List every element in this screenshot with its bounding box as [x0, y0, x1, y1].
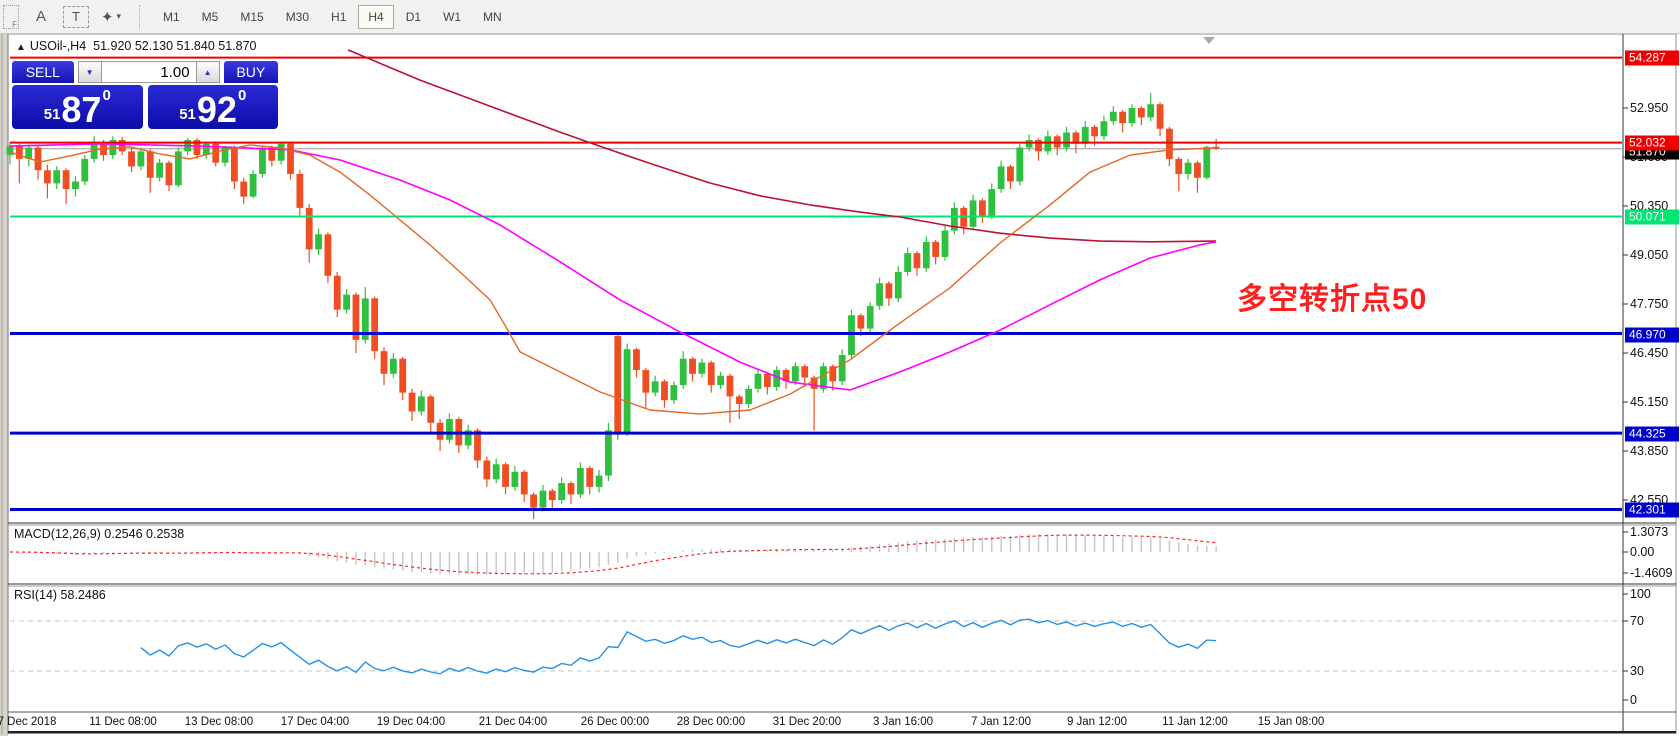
price-badge: 44.325	[1625, 426, 1679, 442]
volume-decrease-button[interactable]: ▼	[77, 61, 102, 83]
mt4-window: { "toolbar": { "grip_label": "F", "font_…	[0, 0, 1680, 736]
price-tick-label: 45.150	[1630, 395, 1669, 409]
buy-price-big: 92	[196, 89, 237, 130]
time-tick-label: 11 Jan 12:00	[1162, 716, 1228, 728]
time-tick-label: 19 Dec 04:00	[376, 716, 446, 728]
shapes-glyph: ✦	[100, 8, 114, 26]
price-tick-label: 49.050	[1630, 248, 1669, 262]
indicator-scale-label: 1.3073	[1630, 525, 1669, 539]
price-tick-label: 46.450	[1630, 346, 1669, 360]
indicator-scale-label: 100	[1630, 587, 1651, 601]
price-badge: 54.287	[1625, 50, 1679, 66]
time-tick-label: 15 Jan 08:00	[1257, 716, 1325, 728]
timeframe-bar: M1 M5 M15 M30 H1 H4 D1 W1 MN	[151, 4, 512, 29]
time-tick-label: 17 Dec 04:00	[280, 716, 350, 728]
buy-price-display[interactable]: 51 92 0	[147, 85, 278, 130]
time-tick-label: 7 Dec 2018	[0, 716, 57, 728]
timeframe-button-mn[interactable]: MN	[473, 5, 512, 29]
toolbar-separator	[139, 4, 141, 29]
time-tick-label: 21 Dec 04:00	[478, 716, 548, 728]
volume-stepper: ▼ ▲	[77, 61, 220, 83]
text-label-icon[interactable]: T	[63, 5, 89, 28]
symbol-label: USOil-,H4	[29, 39, 87, 53]
ohlc-values: 51.920 52.130 51.840 51.870	[93, 39, 257, 53]
price-badge: 50.071	[1625, 209, 1679, 225]
buy-button[interactable]: BUY	[223, 61, 278, 83]
chart-title: ▲ USOil-,H4 51.920 52.130 51.840 51.870	[16, 39, 256, 53]
time-tick-label: 11 Dec 08:00	[89, 716, 157, 728]
time-tick-label: 9 Jan 12:00	[1066, 716, 1128, 728]
indicator-scale-label: 0	[1630, 693, 1637, 707]
price-tick-label: 43.850	[1630, 444, 1669, 458]
shapes-icon[interactable]: ✦ ▾	[99, 5, 123, 29]
volume-input[interactable]	[101, 61, 196, 83]
buy-price-sup: 0	[237, 87, 247, 104]
window-frame	[0, 33, 1677, 736]
candles-layer	[6, 92, 1220, 519]
price-tick-label: 52.950	[1630, 101, 1669, 115]
indicator-scale-label: -1.4609	[1630, 566, 1673, 580]
timeframe-button-m5[interactable]: M5	[192, 5, 229, 29]
one-click-trade-panel: SELL ▼ ▲ BUY 51 87 0 51 92 0	[12, 61, 278, 129]
time-tick-label: 3 Jan 16:00	[872, 716, 934, 728]
font-icon[interactable]: A	[29, 5, 53, 29]
collapse-triangle-icon[interactable]: ▲	[16, 42, 26, 53]
price-tick-label: 47.750	[1630, 297, 1669, 311]
trade-panel-price-row: 51 87 0 51 92 0	[12, 85, 278, 129]
indicator-scale-label: 70	[1630, 614, 1644, 628]
price-badge: 46.970	[1625, 327, 1679, 343]
timeframe-button-m15[interactable]: M15	[230, 5, 273, 29]
sell-price-big: 87	[61, 89, 102, 130]
time-tick-label: 26 Dec 00:00	[580, 716, 650, 728]
toolbar: F A T ✦ ▾ M1 M5 M15 M30 H1 H4 D1 W1 MN	[0, 0, 1680, 34]
time-tick-label: 13 Dec 08:00	[184, 716, 254, 728]
price-badge: 42.301	[1625, 502, 1679, 518]
time-tick-label: 7 Jan 12:00	[970, 716, 1032, 728]
sell-button[interactable]: SELL	[12, 61, 74, 83]
timeframe-button-h4[interactable]: H4	[358, 4, 394, 29]
time-tick-label: 31 Dec 20:00	[772, 716, 842, 728]
macd-label: MACD(12,26,9) 0.2546 0.2538	[14, 527, 185, 541]
chevron-down-icon: ▾	[116, 11, 122, 21]
timeframe-button-w1[interactable]: W1	[433, 5, 471, 29]
axis-ticks	[1623, 107, 1628, 701]
trade-panel-top-row: SELL ▼ ▲ BUY	[12, 61, 278, 83]
timeframe-button-m30[interactable]: M30	[276, 5, 319, 29]
timeframe-button-d1[interactable]: D1	[396, 5, 431, 29]
time-tick-label: 28 Dec 00:00	[676, 716, 746, 728]
rsi-label: RSI(14) 58.2486	[14, 588, 106, 602]
volume-increase-button[interactable]: ▲	[195, 61, 220, 83]
macd-panel	[9, 533, 1217, 575]
timeframe-button-h1[interactable]: H1	[321, 5, 356, 29]
timeframe-button-m1[interactable]: M1	[153, 5, 190, 29]
indicator-scale-label: 30	[1630, 664, 1644, 678]
chart-annotation-text: 多空转折点50	[1237, 283, 1428, 316]
sell-price-sup: 0	[102, 87, 111, 104]
indicator-scale-label: 0.00	[1630, 545, 1655, 559]
sell-price-display[interactable]: 51 87 0	[12, 85, 143, 129]
price-badge: 52.032	[1625, 135, 1679, 151]
buy-price-small: 51	[179, 106, 196, 123]
rsi-panel	[10, 618, 1622, 675]
toolbar-grip-icon[interactable]: F	[3, 4, 19, 29]
sell-price-small: 51	[43, 106, 61, 123]
